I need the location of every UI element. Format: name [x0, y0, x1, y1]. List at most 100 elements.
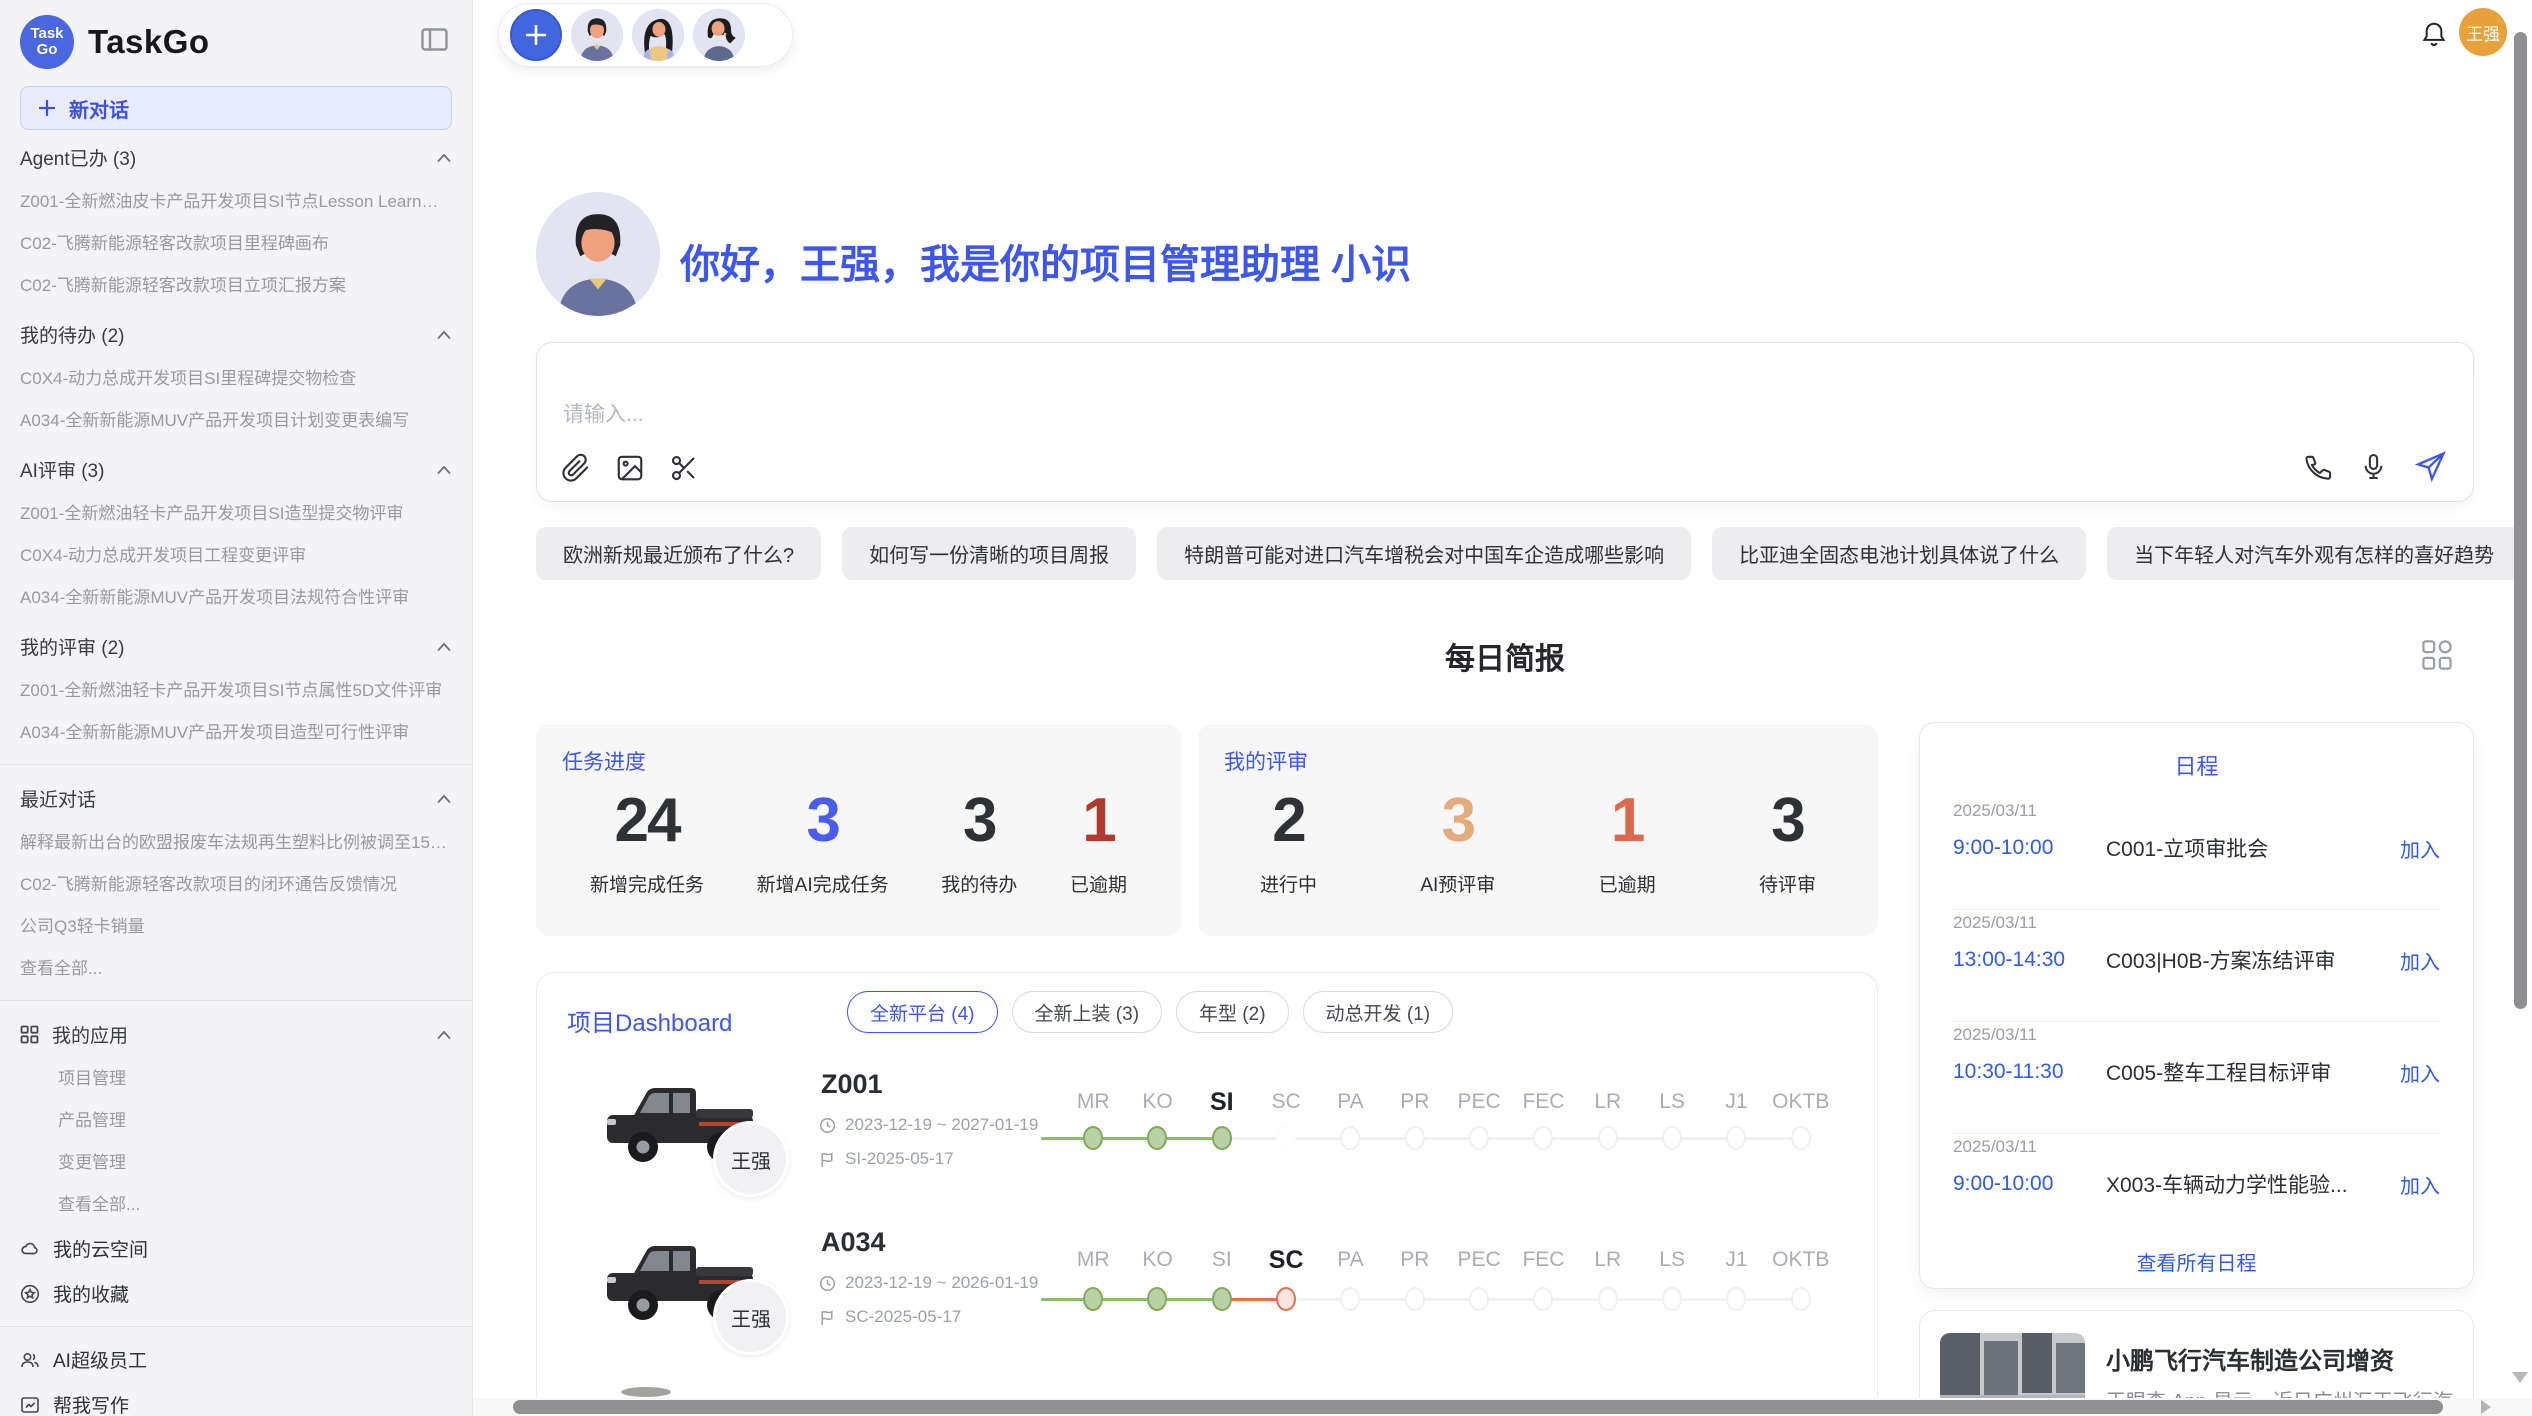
agent-avatar-1[interactable] — [571, 9, 623, 61]
milestone-label: J1 — [1704, 1243, 1768, 1277]
milestone-label: OKTB — [1769, 1085, 1833, 1119]
phone-call-icon[interactable] — [2304, 452, 2333, 481]
event-date: 2025/03/11 — [1953, 913, 2440, 933]
section-agent-done[interactable]: Agent已办 (3) — [20, 134, 452, 181]
collapse-sidebar-icon[interactable] — [421, 28, 448, 51]
stat-in-progress: 2进行中 — [1260, 786, 1317, 897]
stat-value: 3 — [806, 786, 838, 856]
section-my-review[interactable]: 我的评审 (2) — [20, 623, 452, 670]
list-item[interactable]: A034-全新新能源MUV产品开发项目计划变更表编写 — [20, 400, 452, 442]
list-item[interactable]: A034-全新新能源MUV产品开发项目造型可行性评审 — [20, 712, 452, 754]
sidebar-item-project-mgmt[interactable]: 项目管理 — [20, 1058, 452, 1100]
schedule-event: 2025/03/11 10:30-11:30 C005-整车工程目标评审 加入 — [1953, 1025, 2440, 1087]
app-title: TaskGo — [88, 23, 210, 61]
chevron-up-icon[interactable] — [436, 330, 452, 340]
event-name: X003-车辆动力学性能验... — [2106, 1169, 2400, 1199]
join-button[interactable]: 加入 — [2400, 1170, 2440, 1199]
list-item[interactable]: Z001-全新燃油皮卡产品开发项目SI节点Lesson Learn报告 — [20, 181, 452, 223]
list-item[interactable]: A034-全新新能源MUV产品开发项目法规符合性评审 — [20, 577, 452, 619]
star-badge-icon — [20, 1284, 40, 1304]
horizontal-scrollbar[interactable] — [473, 1398, 2532, 1416]
join-button[interactable]: 加入 — [2400, 834, 2440, 863]
list-item[interactable]: C02-飞腾新能源轻客改款项目的闭环通告反馈情况 — [20, 864, 452, 906]
scissors-icon[interactable] — [669, 453, 699, 483]
join-button[interactable]: 加入 — [2400, 1058, 2440, 1087]
list-item[interactable]: 解释最新出台的欧盟报废车法规再生塑料比例被调至15%... — [20, 822, 452, 864]
attachment-icon[interactable] — [561, 453, 591, 483]
milestone-labels: MRKOSISCPAPRPECFECLRLSJ1OKTB — [1061, 1085, 1833, 1119]
view-all-apps-link[interactable]: 查看全部... — [20, 1184, 452, 1226]
scroll-down-arrow[interactable] — [2512, 1372, 2528, 1383]
sidebar-item-ai-employee[interactable]: AI超级员工 — [20, 1337, 452, 1382]
list-item[interactable]: 公司Q3轻卡销量 — [20, 906, 452, 948]
sidebar-item-product-mgmt[interactable]: 产品管理 — [20, 1100, 452, 1142]
filter-model-year[interactable]: 年型 (2) — [1176, 991, 1289, 1033]
chevron-up-icon[interactable] — [436, 1030, 452, 1040]
schedule-title: 日程 — [1920, 749, 2473, 781]
filter-new-body[interactable]: 全新上装 (3) — [1012, 991, 1163, 1033]
list-item[interactable]: C02-飞腾新能源轻客改款项目立项汇报方案 — [20, 265, 452, 307]
new-chat-button[interactable]: 新对话 — [20, 86, 452, 130]
send-icon[interactable] — [2414, 450, 2447, 483]
next-project-row-partial — [621, 1387, 671, 1397]
milestone-dot-overdue — [1254, 1287, 1318, 1311]
sidebar-item-label: AI超级员工 — [53, 1346, 147, 1373]
vertical-scrollbar-thumb[interactable] — [2514, 32, 2527, 1009]
view-all-schedule-link[interactable]: 查看所有日程 — [1920, 1247, 2473, 1276]
stat-label: 新增AI完成任务 — [757, 870, 889, 897]
dashboard-title: 项目Dashboard — [567, 1003, 732, 1038]
sidebar-item-help-write[interactable]: 帮我写作 — [20, 1382, 452, 1416]
milestone-dot — [1318, 1126, 1382, 1150]
notifications-bell-icon[interactable] — [2420, 20, 2448, 48]
chevron-up-icon[interactable] — [436, 153, 452, 163]
milestone-label: PA — [1318, 1243, 1382, 1277]
microphone-icon[interactable] — [2359, 452, 2388, 481]
card-title: 任务进度 — [562, 746, 646, 776]
milestone-labels: MRKOSISCPAPRPECFECLRLSJ1OKTB — [1061, 1243, 1833, 1277]
agent-avatar-3[interactable] — [693, 9, 745, 61]
stat-value: 1 — [1082, 786, 1114, 856]
milestone-label: PR — [1383, 1085, 1447, 1119]
user-avatar[interactable]: 王强 — [2459, 8, 2507, 56]
stat-label: AI预评审 — [1420, 870, 1495, 897]
suggestion-chip[interactable]: 如何写一份清晰的项目周报 — [842, 527, 1136, 580]
section-recent-chats[interactable]: 最近对话 — [20, 775, 452, 822]
add-agent-button[interactable] — [510, 9, 562, 61]
suggestion-chip[interactable]: 当下年轻人对汽车外观有怎样的喜好趋势 — [2107, 527, 2521, 580]
list-item[interactable]: Z001-全新燃油轻卡产品开发项目SI节点属性5D文件评审 — [20, 670, 452, 712]
chevron-up-icon[interactable] — [436, 794, 452, 804]
section-my-apps[interactable]: 我的应用 — [20, 1011, 452, 1058]
stat-label: 我的待办 — [941, 870, 1017, 897]
sidebar-item-cloud-space[interactable]: 我的云空间 — [20, 1226, 452, 1271]
horizontal-scrollbar-thumb[interactable] — [513, 1400, 2443, 1414]
section-ai-review[interactable]: AI评审 (3) — [20, 446, 452, 493]
image-icon[interactable] — [615, 453, 645, 483]
filter-new-platform[interactable]: 全新平台 (4) — [847, 991, 998, 1033]
suggestion-chip[interactable]: 欧洲新规最近颁布了什么? — [536, 527, 821, 580]
layout-grid-icon[interactable] — [2420, 638, 2454, 672]
list-item[interactable]: C0X4-动力总成开发项目SI里程碑提交物检查 — [20, 358, 452, 400]
sidebar-item-favorites[interactable]: 我的收藏 — [20, 1271, 452, 1316]
dashboard-filters: 全新平台 (4) 全新上装 (3) 年型 (2) 动总开发 (1) — [847, 991, 1453, 1033]
agent-avatar-2[interactable] — [632, 9, 684, 61]
chevron-up-icon[interactable] — [436, 642, 452, 652]
list-item[interactable]: Z001-全新燃油轻卡产品开发项目SI造型提交物评审 — [20, 493, 452, 535]
suggestion-chip[interactable]: 比亚迪全固态电池计划具体说了什么 — [1712, 527, 2086, 580]
list-item[interactable]: C0X4-动力总成开发项目工程变更评审 — [20, 535, 452, 577]
section-my-todo[interactable]: 我的待办 (2) — [20, 311, 452, 358]
stat-label: 已逾期 — [1070, 870, 1127, 897]
join-button[interactable]: 加入 — [2400, 946, 2440, 975]
stat-overdue: 1 已逾期 — [1070, 786, 1127, 897]
view-all-chats-link[interactable]: 查看全部... — [20, 948, 452, 990]
milestone-label-current: SI — [1190, 1085, 1254, 1119]
milestone-label: LR — [1576, 1243, 1640, 1277]
list-item[interactable]: C02-飞腾新能源轻客改款项目里程碑画布 — [20, 223, 452, 265]
chat-input[interactable] — [563, 403, 2063, 427]
scroll-right-arrow[interactable] — [2481, 1400, 2491, 1414]
milestone-dot-done — [1125, 1287, 1189, 1311]
sidebar-item-change-mgmt[interactable]: 变更管理 — [20, 1142, 452, 1184]
filter-powertrain[interactable]: 动总开发 (1) — [1303, 991, 1454, 1033]
suggestion-chip[interactable]: 特朗普可能对进口汽车增税会对中国车企造成哪些影响 — [1157, 527, 1691, 580]
chevron-up-icon[interactable] — [436, 465, 452, 475]
section-title: 我的评审 (2) — [20, 633, 125, 660]
